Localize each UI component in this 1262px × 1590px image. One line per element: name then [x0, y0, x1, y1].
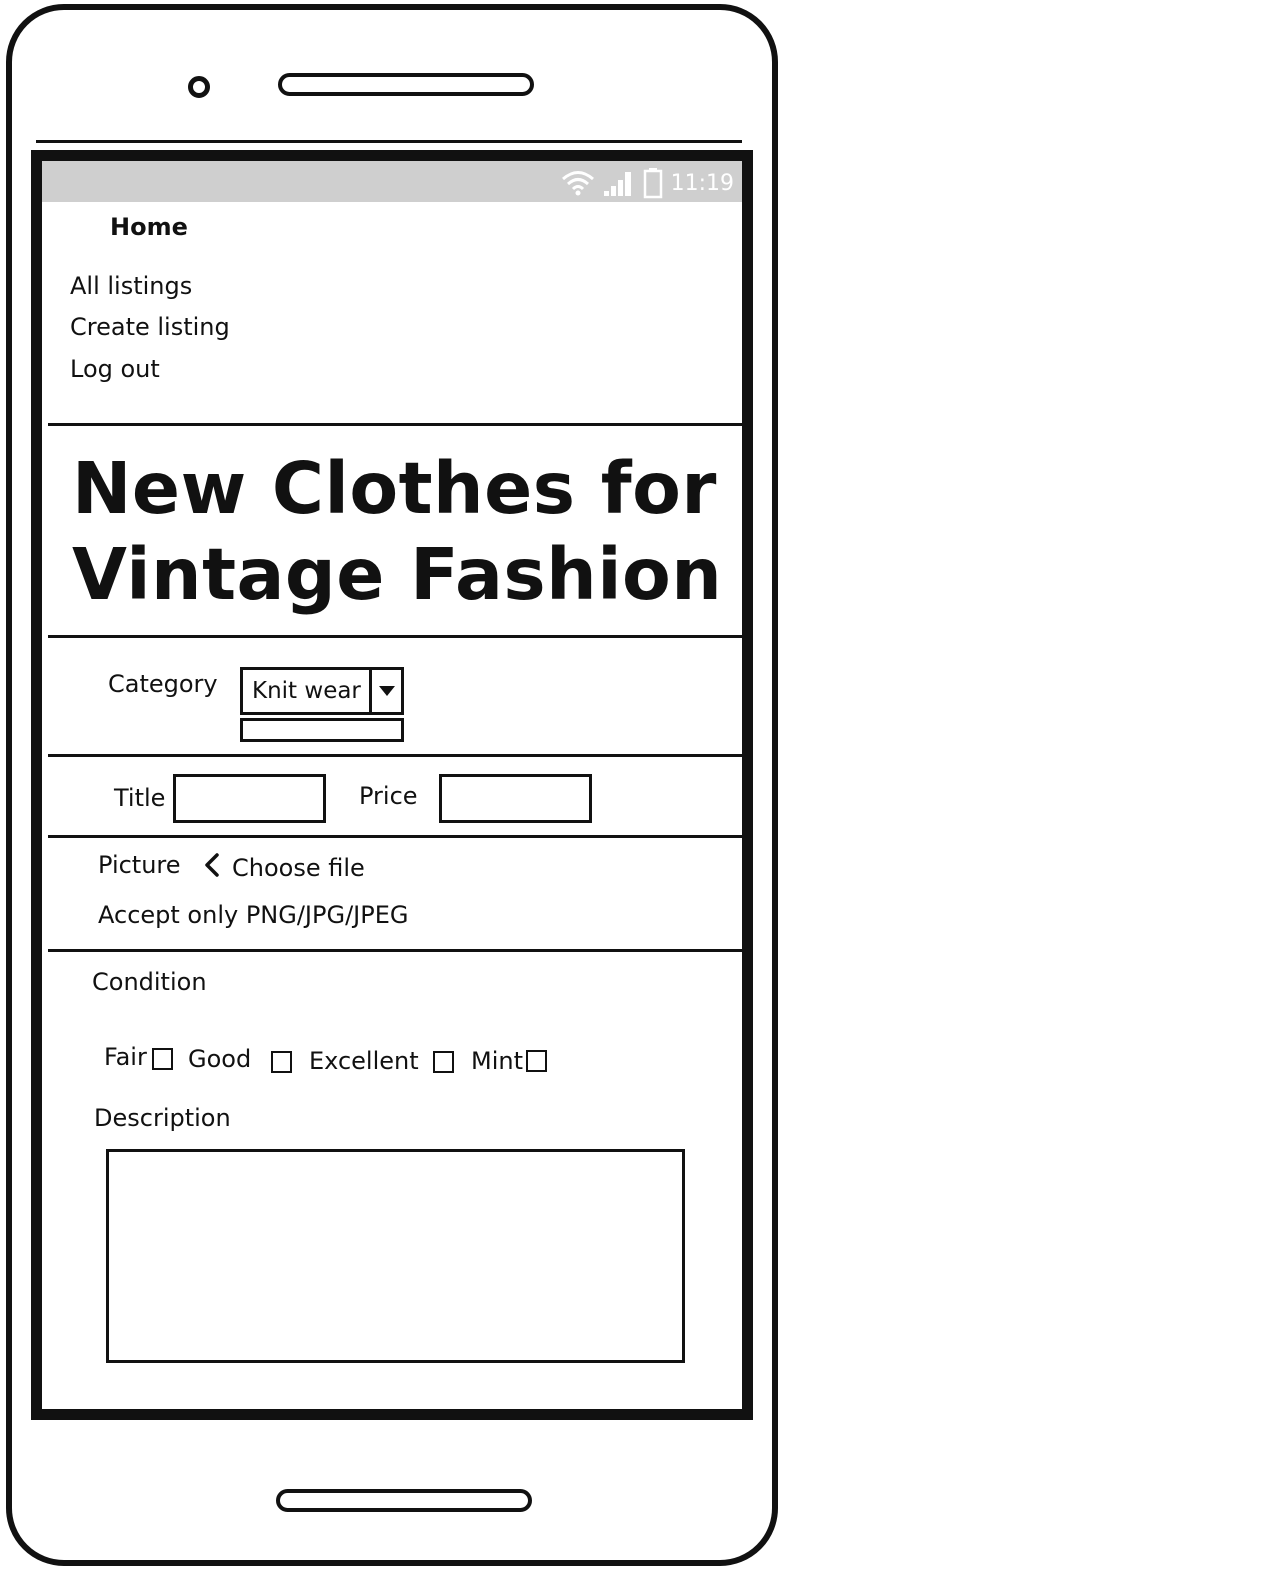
- category-label: Category: [108, 670, 218, 698]
- signal-icon: [603, 169, 635, 197]
- condition-good-label: Good: [188, 1045, 252, 1073]
- condition-good-checkbox[interactable]: [271, 1051, 292, 1073]
- page-title: New Clothes for Vintage Fashion: [72, 446, 732, 618]
- bezel-divider: [36, 140, 742, 143]
- nav-item-log-out[interactable]: Log out: [70, 355, 160, 383]
- status-bar: 11:19: [42, 161, 742, 202]
- condition-fair-checkbox[interactable]: [152, 1048, 173, 1070]
- price-label: Price: [359, 782, 418, 810]
- category-select[interactable]: Knit wear: [240, 667, 404, 715]
- page-title-line-1: New Clothes for: [72, 447, 717, 530]
- divider: [48, 754, 742, 757]
- chevron-down-icon[interactable]: [369, 670, 401, 712]
- picture-hint: Accept only PNG/JPG/JPEG: [98, 901, 409, 929]
- chevron-left-icon: [204, 853, 220, 883]
- page-title-line-2: Vintage Fashion: [72, 533, 723, 616]
- category-options-list[interactable]: [240, 718, 404, 742]
- category-select-value: Knit wear: [252, 678, 361, 704]
- price-input[interactable]: [439, 774, 592, 823]
- speaker-grille: [278, 73, 534, 96]
- camera-icon: [188, 76, 210, 98]
- picture-label: Picture: [98, 851, 181, 879]
- nav-item-all-listings[interactable]: All listings: [70, 272, 192, 300]
- choose-file-button[interactable]: Choose file: [204, 853, 365, 883]
- divider: [48, 835, 742, 838]
- phone-screen: 11:19 Home All listings Create listing L…: [31, 150, 753, 1420]
- nav-item-create-listing[interactable]: Create listing: [70, 313, 230, 341]
- description-textarea[interactable]: [106, 1149, 685, 1363]
- divider: [48, 423, 742, 426]
- choose-file-label: Choose file: [232, 854, 365, 882]
- wifi-icon: [561, 170, 595, 196]
- divider: [48, 949, 742, 952]
- home-hardware-button[interactable]: [276, 1489, 532, 1512]
- nav-home[interactable]: Home: [110, 213, 188, 241]
- status-time: 11:19: [670, 170, 734, 196]
- divider: [48, 635, 742, 638]
- condition-excellent-label: Excellent: [309, 1047, 419, 1075]
- title-input[interactable]: [173, 774, 326, 823]
- condition-excellent-checkbox[interactable]: [433, 1051, 454, 1073]
- condition-mint-label: Mint: [471, 1047, 523, 1075]
- description-label: Description: [94, 1104, 231, 1132]
- condition-fair-label: Fair: [104, 1043, 147, 1071]
- title-label: Title: [114, 784, 166, 812]
- condition-label: Condition: [92, 968, 207, 996]
- battery-icon: [643, 167, 663, 199]
- condition-mint-checkbox[interactable]: [526, 1050, 547, 1072]
